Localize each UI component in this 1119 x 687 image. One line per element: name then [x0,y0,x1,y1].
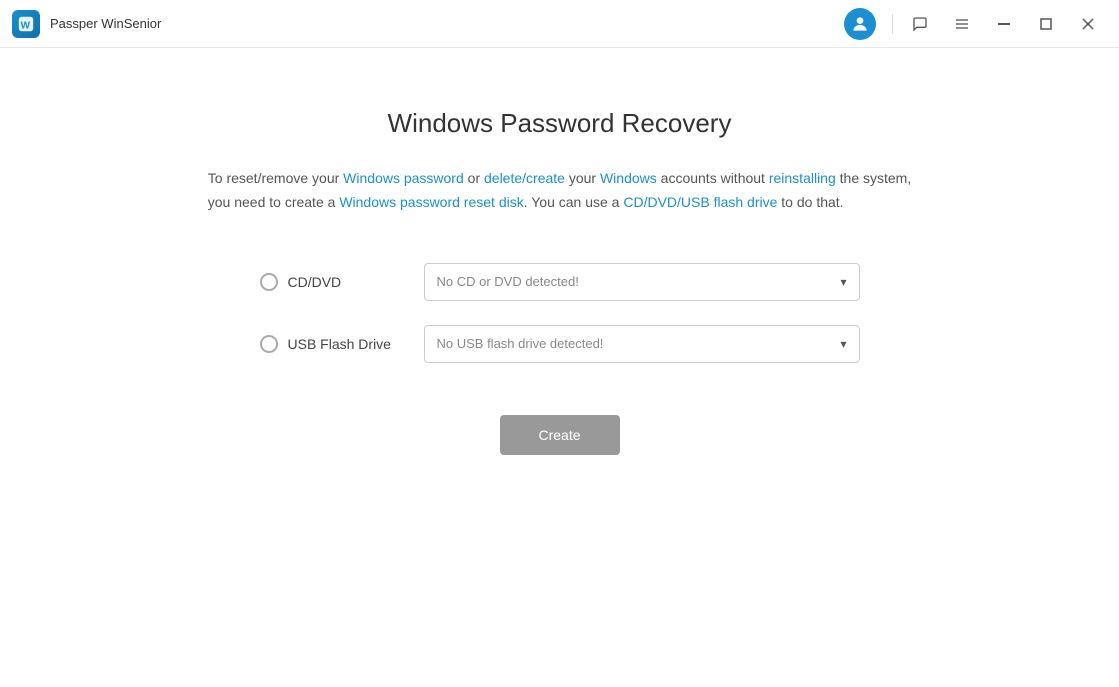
cddvd-dropdown[interactable]: No CD or DVD detected! ▾ [424,263,860,301]
desc-highlight-3: Windows [600,170,657,186]
title-bar-controls [844,8,1107,40]
desc-suffix-1: the system, [836,170,911,186]
separator-1 [892,14,893,34]
cddvd-label: CD/DVD [288,274,342,290]
svg-text:W: W [21,20,31,31]
desc-mid-2: your [565,170,600,186]
desc-highlight-5: Windows password reset disk [339,194,523,210]
cddvd-dropdown-text: No CD or DVD detected! [437,274,579,289]
desc-highlight-2: delete/create [484,170,565,186]
cddvd-option-row: CD/DVD No CD or DVD detected! ▾ [260,263,860,301]
desc-prefix-1: To reset/remove your [208,170,343,186]
usb-dropdown[interactable]: No USB flash drive detected! ▾ [424,325,860,363]
usb-label: USB Flash Drive [288,336,391,352]
description-text: To reset/remove your Windows password or… [208,167,911,215]
close-button[interactable] [1069,8,1107,40]
desc-suffix-2: to do that. [777,194,843,210]
chat-button[interactable] [901,8,939,40]
desc-highlight-4: reinstalling [769,170,836,186]
desc-prefix-2: you need to create a [208,194,340,210]
main-content: Windows Password Recovery To reset/remov… [0,48,1119,687]
avatar-button[interactable] [844,8,876,40]
usb-label-group: USB Flash Drive [260,335,400,353]
cddvd-radio[interactable] [260,273,278,291]
usb-dropdown-text: No USB flash drive detected! [437,336,604,351]
title-bar: W Passper WinSenior [0,0,1119,48]
usb-dropdown-arrow: ▾ [840,337,846,351]
title-bar-left: W Passper WinSenior [12,10,161,38]
cddvd-label-group: CD/DVD [260,273,400,291]
usb-option-row: USB Flash Drive No USB flash drive detec… [260,325,860,363]
cddvd-dropdown-arrow: ▾ [840,275,846,289]
maximize-button[interactable] [1027,8,1065,40]
usb-radio[interactable] [260,335,278,353]
desc-highlight-1: Windows password [343,170,464,186]
app-icon: W [12,10,40,38]
desc-mid-4: . You can use a [524,194,624,210]
menu-button[interactable] [943,8,981,40]
app-title: Passper WinSenior [50,16,161,31]
desc-mid-3: accounts without [657,170,769,186]
desc-highlight-6: CD/DVD/USB flash drive [623,194,777,210]
minimize-button[interactable] [985,8,1023,40]
page-title: Windows Password Recovery [388,108,732,139]
options-section: CD/DVD No CD or DVD detected! ▾ USB Flas… [260,263,860,363]
create-button[interactable]: Create [500,415,620,455]
desc-mid-1: or [464,170,484,186]
